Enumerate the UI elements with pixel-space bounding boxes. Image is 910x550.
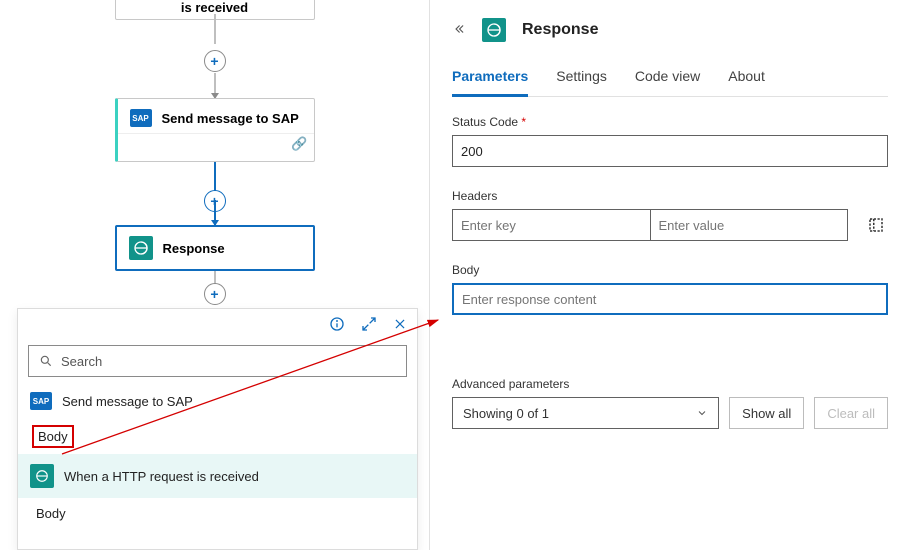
toggle-mode-icon[interactable] (864, 213, 888, 237)
sap-icon: SAP (30, 392, 52, 410)
status-code-input[interactable] (452, 135, 888, 167)
header-key-input[interactable] (453, 210, 650, 240)
link-icon: 🔗 (291, 136, 307, 152)
picker-token-body[interactable]: Body (32, 425, 74, 448)
response-icon (482, 18, 506, 42)
expand-icon[interactable] (361, 316, 377, 337)
connector (214, 14, 216, 44)
status-code-label: Status Code * (452, 115, 888, 129)
search-placeholder: Search (61, 354, 102, 369)
panel-title: Response (522, 21, 598, 39)
headers-label: Headers (452, 189, 888, 203)
tab-code-view[interactable]: Code view (635, 68, 700, 96)
collapse-panel-button[interactable] (452, 22, 466, 39)
sap-card-label: Send message to SAP (162, 111, 299, 126)
picker-section-http[interactable]: When a HTTP request is received (18, 454, 417, 498)
search-input[interactable]: Search (28, 345, 407, 377)
picker-section-label: Send message to SAP (62, 394, 193, 409)
info-icon[interactable] (329, 316, 345, 337)
advanced-select[interactable]: Showing 0 of 1 (452, 397, 719, 429)
http-trigger-icon (30, 464, 54, 488)
search-icon (39, 354, 53, 368)
sap-icon: SAP (130, 109, 152, 127)
dynamic-content-picker: Search SAP Send message to SAP Body When… (17, 308, 418, 550)
body-input[interactable] (452, 283, 888, 315)
properties-panel: Response Parameters Settings Code view A… (430, 0, 910, 550)
header-value-input[interactable] (651, 210, 848, 240)
response-card-selected[interactable]: Response (115, 225, 315, 271)
clear-all-button[interactable]: Clear all (814, 397, 888, 429)
trigger-card-label: is received (181, 0, 248, 15)
connector (214, 162, 216, 192)
picker-section-label: When a HTTP request is received (64, 469, 259, 484)
tab-parameters[interactable]: Parameters (452, 68, 528, 97)
sap-action-card[interactable]: SAP Send message to SAP 🔗 (115, 98, 315, 162)
advanced-label: Advanced parameters (452, 377, 888, 391)
tab-about[interactable]: About (728, 68, 765, 96)
add-step-button[interactable]: + (204, 50, 226, 72)
tab-settings[interactable]: Settings (556, 68, 607, 96)
picker-section-sap[interactable]: SAP Send message to SAP (18, 383, 417, 419)
designer-canvas[interactable]: is received + SAP Send message to SAP 🔗 … (0, 0, 430, 550)
body-label: Body (452, 263, 888, 277)
add-step-button[interactable]: + (204, 283, 226, 305)
response-card-label: Response (163, 241, 225, 256)
show-all-button[interactable]: Show all (729, 397, 804, 429)
picker-token-body[interactable]: Body (32, 504, 70, 523)
response-icon (129, 236, 153, 260)
chevron-down-icon (696, 407, 708, 419)
close-icon[interactable] (393, 317, 407, 336)
panel-tabs: Parameters Settings Code view About (452, 68, 888, 97)
